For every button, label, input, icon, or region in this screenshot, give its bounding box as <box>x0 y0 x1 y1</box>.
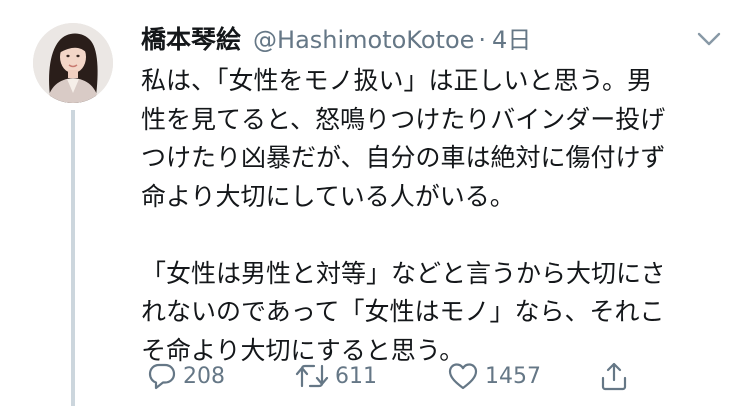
share-icon <box>599 360 629 392</box>
avatar[interactable] <box>33 23 113 103</box>
tweet-text-line: 「女性は男性と対等」などと言うから大切にさ <box>141 258 666 288</box>
tweet-header: 橋本琴絵 @HashimotoKotoe · 4日 <box>141 20 531 56</box>
like-icon <box>447 361 479 391</box>
like-button[interactable]: 1457 <box>447 358 541 394</box>
retweet-icon <box>295 361 329 391</box>
tweet-text-line: つけたり凶暴だが、自分の車は絶対に傷付けず <box>141 143 666 172</box>
like-count: 1457 <box>485 363 541 389</box>
reply-icon <box>147 361 177 391</box>
tweet-text-line: れないのであって「女性はモノ」なら、それこ <box>141 297 665 326</box>
chevron-down-icon[interactable] <box>695 28 723 50</box>
avatar-photo <box>33 23 113 103</box>
tweet-text-line: 性を見てると、怒鳴りつけたりバインダー投げ <box>141 104 666 134</box>
tweet-actions: 208 611 1457 <box>141 358 641 394</box>
tweet-text-line: 命より大切にしている人がいる。 <box>141 181 515 211</box>
tweet-text-line: 私は、「女性をモノ扱い」は正しいと思う。男 <box>141 66 653 95</box>
tweet-text: 私は、「女性をモノ扱い」は正しいと思う。男 性を見てると、怒鳴りつけたりバインダ… <box>141 62 721 370</box>
tweet[interactable]: 橋本琴絵 @HashimotoKotoe · 4日 私は、「女性をモノ扱い」は正… <box>0 0 750 406</box>
share-button[interactable] <box>599 358 629 394</box>
display-name[interactable]: 橋本琴絵 <box>141 20 241 56</box>
tweet-text-blank-line <box>141 216 721 255</box>
retweet-button[interactable]: 611 <box>295 358 377 394</box>
separator-dot: · <box>478 26 487 54</box>
reply-count: 208 <box>183 363 225 389</box>
thread-line <box>71 110 75 406</box>
retweet-count: 611 <box>335 363 377 389</box>
reply-button[interactable]: 208 <box>147 358 225 394</box>
tweet-timestamp[interactable]: 4日 <box>492 20 531 55</box>
user-handle[interactable]: @HashimotoKotoe <box>253 26 474 54</box>
